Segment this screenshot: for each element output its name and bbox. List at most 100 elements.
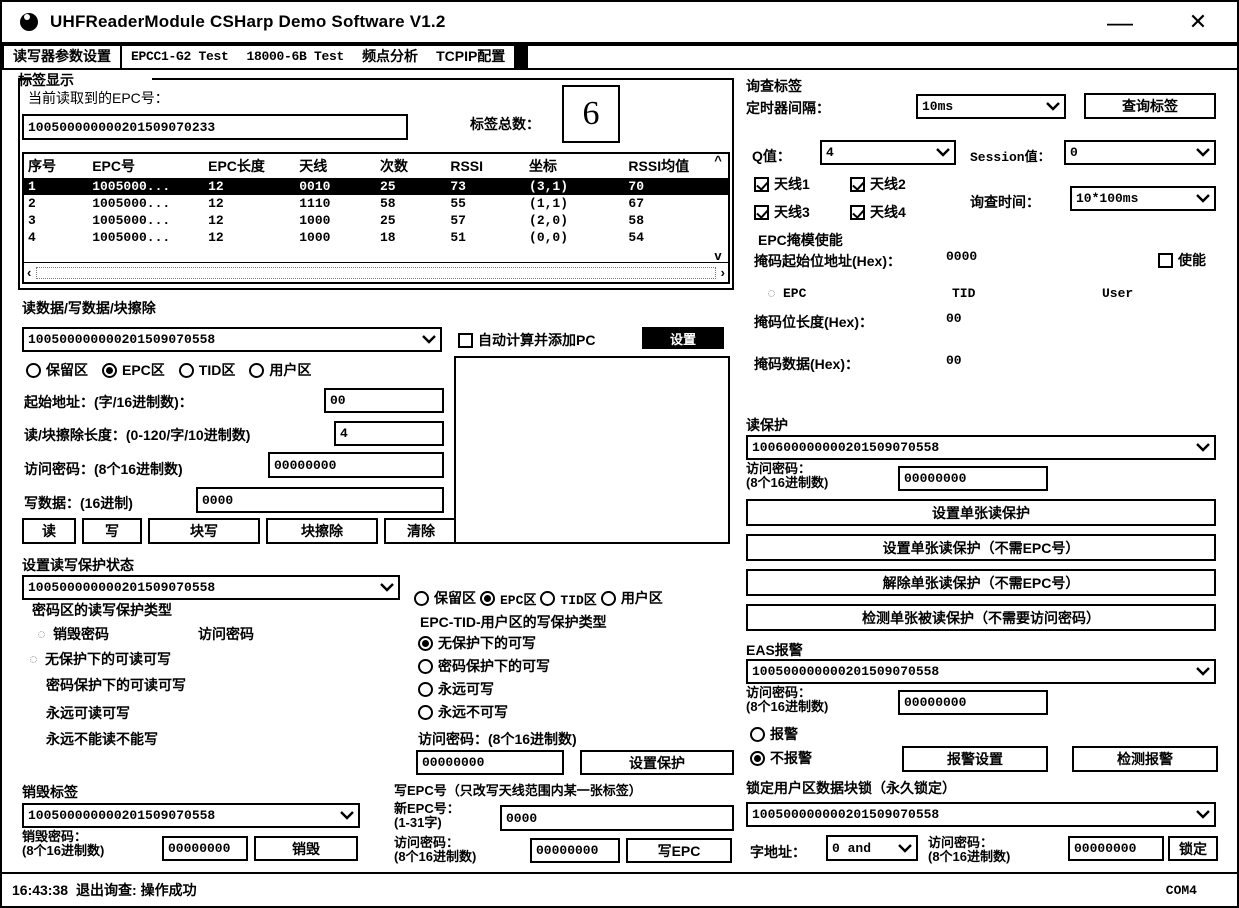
set-single-read-protect-no-epc-button[interactable]: 设置单张读保护（不需EPC号） <box>746 534 1216 561</box>
start-address-field[interactable]: 00 <box>324 388 444 413</box>
protect-epc-combo[interactable]: 100500000000201509070558 <box>22 575 400 600</box>
lock-user-epc-combo[interactable]: 100500000000201509070558 <box>746 802 1216 827</box>
read-button[interactable]: 读 <box>22 518 76 544</box>
mask-bank-user[interactable]: User <box>1102 286 1133 301</box>
clear-button[interactable]: 清除 <box>384 518 458 544</box>
eas-alarm-on-radio[interactable]: 报警 <box>750 724 798 744</box>
close-icon[interactable]: ✕ <box>1159 2 1237 42</box>
total-tags-value: 6 <box>582 95 600 132</box>
start-address-value: 00 <box>330 393 346 408</box>
query-time-combo[interactable]: 10*100ms <box>1070 186 1216 211</box>
alarm-settings-button[interactable]: 报警设置 <box>902 746 1048 772</box>
tab-reader-params[interactable]: 读写器参数设置 <box>2 44 122 68</box>
antenna-2-checkbox[interactable]: 天线2 <box>850 174 906 194</box>
lock-button[interactable]: 锁定 <box>1168 836 1218 861</box>
write-data-field[interactable]: 0000 <box>196 487 444 513</box>
protect-access-password-field[interactable]: 00000000 <box>416 750 564 775</box>
radio-dot <box>600 590 616 606</box>
protect-area-tid[interactable]: TID区 <box>540 589 597 608</box>
protect-area-user[interactable]: 用户区 <box>600 588 663 608</box>
wp-opt-never-write[interactable]: 永远不可写 <box>418 702 508 722</box>
table-vertical-scrollbar[interactable]: ^ v <box>708 154 728 262</box>
cell-epc: 1005000... <box>92 213 171 228</box>
read-protect-epc-combo[interactable]: 100600000000201509070558 <box>746 435 1216 460</box>
antenna-4-checkbox[interactable]: 天线4 <box>850 202 906 222</box>
write-epc-access-password-label-line2: (8个16进制数) <box>394 849 477 864</box>
protect-area-epc[interactable]: EPC区 <box>480 589 536 608</box>
rw-area-reserved[interactable]: 保留区 <box>26 360 88 380</box>
auto-calc-pc-checkbox[interactable]: 自动计算并添加PC <box>458 330 595 350</box>
read-erase-length-field[interactable]: 4 <box>334 421 444 446</box>
access-password-option[interactable]: 访问密码 <box>198 624 254 644</box>
table-row[interactable]: 4 1005000... 12 1000 18 51 (0,0) 54 <box>24 229 728 246</box>
tab-epcc1-g2-test[interactable]: EPCC1-G2 Test <box>122 44 238 68</box>
word-address-combo[interactable]: 0 and <box>826 835 918 861</box>
kill-button[interactable]: 销毁 <box>254 836 358 861</box>
pwd-opt-no-protect-rw[interactable]: 无保护下的可读可写 <box>30 649 171 669</box>
read-erase-length-label: 读/块擦除长度：(0-120/字/10进制数) <box>24 427 251 443</box>
rw-area-epc[interactable]: EPC区 <box>102 360 165 380</box>
table-horizontal-scrollbar[interactable]: ‹ › <box>24 262 728 282</box>
write-epc-access-password-field[interactable]: 00000000 <box>530 838 620 863</box>
scroll-track[interactable] <box>36 266 716 279</box>
session-combo[interactable]: 0 <box>1064 140 1216 165</box>
rw-area-user[interactable]: 用户区 <box>249 360 311 380</box>
mask-enable-checkbox[interactable]: 使能 <box>1158 250 1206 270</box>
tags-table[interactable]: 序号 EPC号 EPC长度 天线 次数 RSSI 坐标 RSSI均值 1 100… <box>22 152 730 284</box>
kill-password-option[interactable]: 销毁密码 <box>38 624 109 644</box>
eas-alarm-off-radio[interactable]: 不报警 <box>750 748 812 768</box>
detect-alarm-button[interactable]: 检测报警 <box>1072 746 1218 772</box>
read-protect-access-password-field[interactable]: 00000000 <box>898 466 1048 491</box>
kill-tag-epc-combo[interactable]: 100500000000201509070558 <box>22 803 360 828</box>
mask-length-label: 掩码位长度(Hex)： <box>754 314 874 330</box>
pwd-opt-always-rw[interactable]: 永远可读可写 <box>46 703 130 723</box>
rw-epc-combo[interactable]: 100500000000201509070558 <box>22 327 442 352</box>
mask-bank-epc[interactable]: EPC <box>768 286 806 301</box>
tab-18000-6b-test[interactable]: 18000-6B Test <box>238 44 354 68</box>
scroll-up-icon[interactable]: ^ <box>714 154 722 167</box>
set-protect-button[interactable]: 设置保护 <box>580 750 734 775</box>
write-epc-button[interactable]: 写EPC <box>626 838 732 863</box>
pwd-opt-pwd-protect-rw[interactable]: 密码保护下的可读可写 <box>46 675 186 695</box>
antenna-3-checkbox[interactable]: 天线3 <box>754 202 810 222</box>
tab-tcpip-config[interactable]: TCPIP配置 <box>427 44 514 68</box>
rw-area-tid[interactable]: TID区 <box>178 360 235 380</box>
query-tag-button[interactable]: 查询标签 <box>1084 93 1216 119</box>
antenna-1-checkbox[interactable]: 天线1 <box>754 174 810 194</box>
new-epc-field[interactable]: 0000 <box>500 805 734 831</box>
scroll-down-icon[interactable]: v <box>714 249 721 262</box>
wp-opt-no-protect-write[interactable]: 无保护下的可写 <box>418 633 536 653</box>
eas-access-password-field[interactable]: 00000000 <box>898 690 1048 715</box>
rw-output-listbox[interactable] <box>454 356 730 544</box>
kill-password-field[interactable]: 00000000 <box>162 836 248 861</box>
cell-antenna: 1110 <box>299 196 331 211</box>
tab-frequency-analysis[interactable]: 频点分析 <box>353 44 427 68</box>
eas-epc-combo[interactable]: 100500000000201509070558 <box>746 659 1216 684</box>
detect-single-read-protect-button[interactable]: 检测单张被读保护（不需要访问密码） <box>746 604 1216 631</box>
wp-opt-pwd-protect-write[interactable]: 密码保护下的可写 <box>418 656 550 676</box>
minimize-icon[interactable]: — <box>1081 2 1159 42</box>
scroll-right-icon[interactable]: › <box>718 266 728 279</box>
q-value-combo[interactable]: 4 <box>820 140 956 165</box>
table-row[interactable]: 2 1005000... 12 1110 58 55 (1,1) 67 <box>24 195 728 212</box>
rw-access-password-field[interactable]: 00000000 <box>268 452 444 478</box>
protect-epc-combo-value: 100500000000201509070558 <box>28 580 216 595</box>
table-row[interactable]: 1 1005000... 12 0010 25 73 (3,1) 70 <box>24 178 728 195</box>
rw-access-password-value: 00000000 <box>274 457 337 473</box>
tab-overflow-indicator[interactable] <box>514 44 529 68</box>
protect-area-reserved[interactable]: 保留区 <box>414 588 476 608</box>
block-erase-button[interactable]: 块擦除 <box>266 518 378 544</box>
timer-interval-combo[interactable]: 10ms <box>916 94 1066 119</box>
write-button[interactable]: 写 <box>82 518 142 544</box>
table-row[interactable]: 3 1005000... 12 1000 25 57 (2,0) 58 <box>24 212 728 229</box>
scroll-left-icon[interactable]: ‹ <box>24 266 34 279</box>
wp-opt-always-write[interactable]: 永远可写 <box>418 679 494 699</box>
mask-bank-tid[interactable]: TID <box>952 286 975 301</box>
pwd-opt-never-rw[interactable]: 永远不能读不能写 <box>46 729 158 749</box>
block-write-button[interactable]: 块写 <box>148 518 260 544</box>
auto-pc-set-button[interactable]: 设置 <box>642 327 724 349</box>
set-single-read-protect-button[interactable]: 设置单张读保护 <box>746 499 1216 526</box>
current-epc-field[interactable]: 100500000000201509070233 <box>22 114 408 140</box>
release-single-read-protect-no-epc-button[interactable]: 解除单张读保护（不需EPC号） <box>746 569 1216 596</box>
lock-access-password-field[interactable]: 00000000 <box>1068 836 1164 861</box>
